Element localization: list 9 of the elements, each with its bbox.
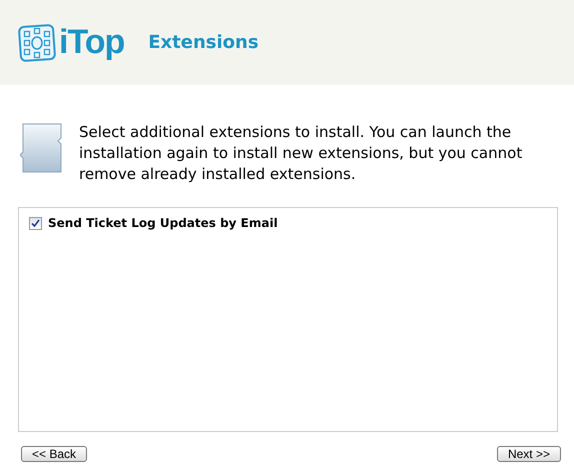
logo-icon (18, 24, 56, 62)
extension-label: Send Ticket Log Updates by Email (48, 216, 278, 230)
page-title: Extensions (148, 32, 259, 53)
logo-text: iTop (59, 23, 124, 62)
next-button[interactable]: Next >> (496, 446, 561, 462)
extension-icon (20, 122, 64, 174)
intro-text: Select additional extensions to install. You can launch the installation again to install new extensions, but you cannot remove already installed extensions. (79, 122, 524, 185)
back-button[interactable]: << Back (21, 446, 88, 462)
checkbox[interactable] (29, 216, 42, 230)
